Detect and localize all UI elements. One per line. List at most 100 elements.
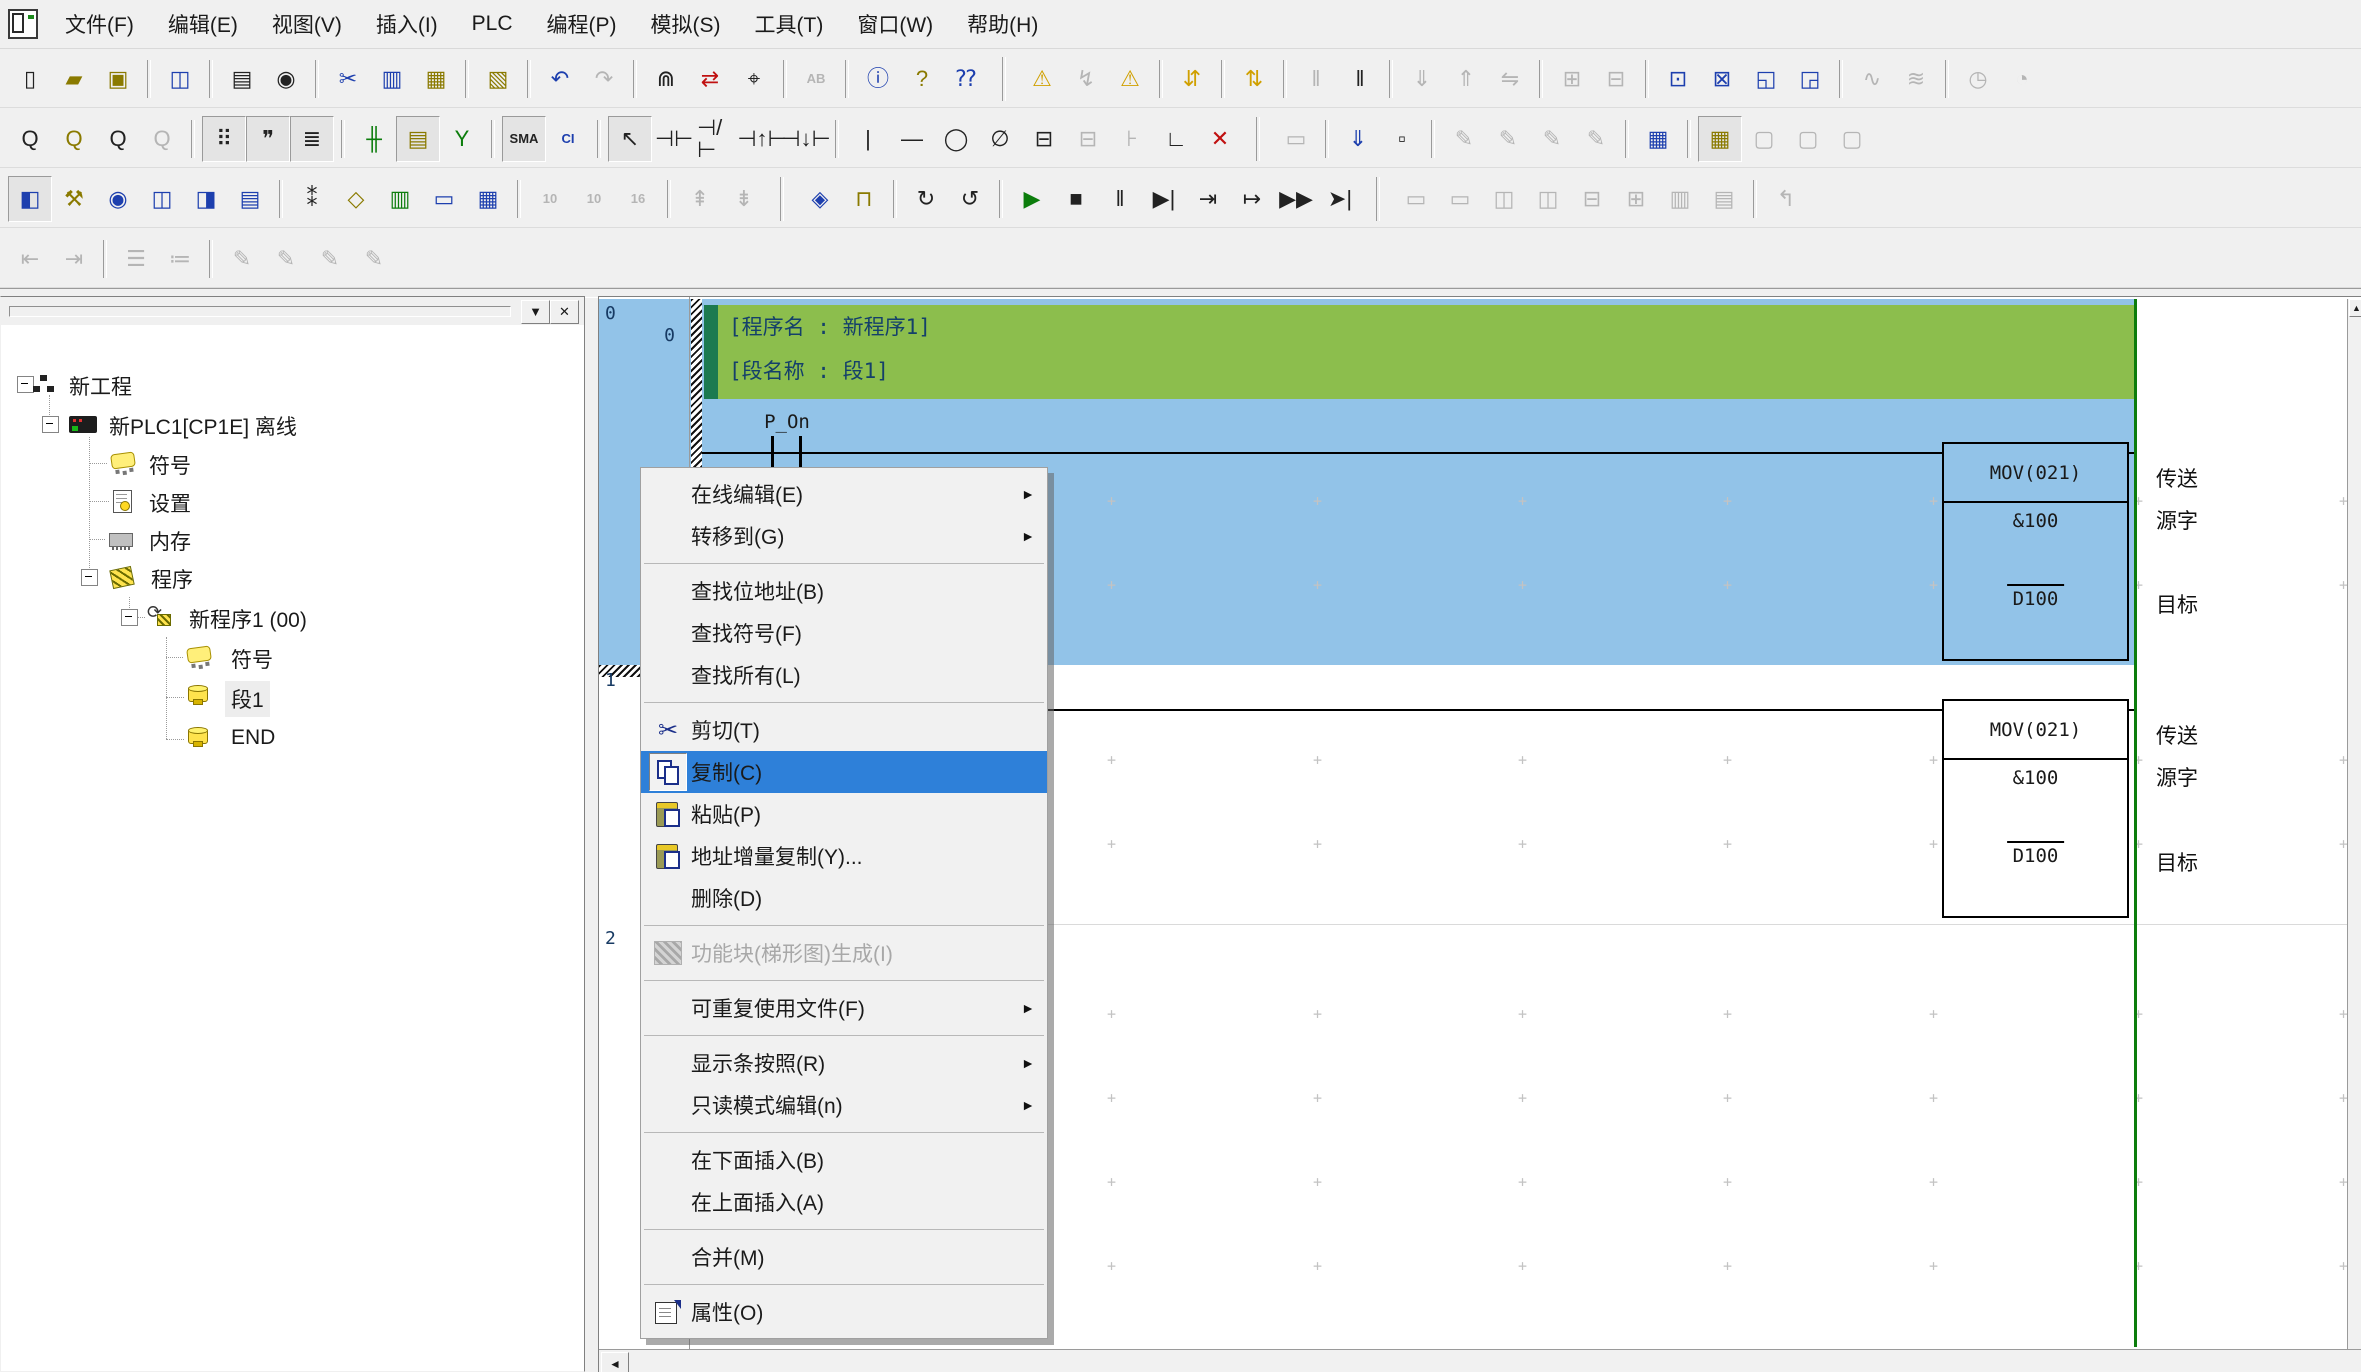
replace-button[interactable]: ⇄ bbox=[688, 56, 732, 102]
copy-button[interactable]: ▥ bbox=[370, 56, 414, 102]
menu-insert[interactable]: 插入(I) bbox=[359, 3, 455, 45]
continuous-run-button[interactable]: ▶▶ bbox=[1274, 176, 1318, 222]
context-help-button[interactable]: ⁇ bbox=[944, 56, 988, 102]
indent-decrease-button[interactable]: ⇤ bbox=[8, 236, 52, 282]
menu-file[interactable]: 文件(F) bbox=[48, 3, 151, 45]
context-item-go-to[interactable]: 转移到(G)► bbox=[641, 515, 1047, 557]
step-out-button[interactable]: ↦ bbox=[1230, 176, 1274, 222]
ladder-diagram-button[interactable]: ▥ bbox=[378, 176, 422, 222]
cross-reference-report-button[interactable]: ⁑ bbox=[290, 176, 334, 222]
menu-help[interactable]: 帮助(H) bbox=[950, 3, 1055, 45]
symbol-table-button[interactable]: ◇ bbox=[334, 176, 378, 222]
context-item-online-edit[interactable]: 在线编辑(E)► bbox=[641, 473, 1047, 515]
edit-b-button[interactable]: ✎ bbox=[1486, 116, 1530, 162]
grid-button[interactable]: ⠿ bbox=[202, 116, 246, 162]
io-table-button[interactable]: ⊞ bbox=[1550, 56, 1594, 102]
about-button[interactable]: ⓘ bbox=[856, 56, 900, 102]
verify-button[interactable]: ⇋ bbox=[1488, 56, 1532, 102]
open-project-button[interactable]: ▰ bbox=[52, 56, 96, 102]
mov-instruction-box-0[interactable]: MOV(021) &100 D100 bbox=[1942, 442, 2129, 661]
step-run-button[interactable]: ▶| bbox=[1142, 176, 1186, 222]
address-increment-paste-button[interactable]: ▧ bbox=[476, 56, 520, 102]
binary-view-button[interactable]: ▦ bbox=[1636, 116, 1680, 162]
download-button[interactable]: ⇓ bbox=[1400, 56, 1444, 102]
menu-view[interactable]: 视图(V) bbox=[255, 3, 359, 45]
context-item-insert-above[interactable]: 在上面插入(A) bbox=[641, 1181, 1047, 1223]
contact-p-on[interactable]: P_On bbox=[751, 411, 823, 433]
list-a-button[interactable]: ☰ bbox=[114, 236, 158, 282]
context-item-properties[interactable]: 属性(O) bbox=[641, 1291, 1047, 1333]
context-item-copy[interactable]: 复制(C) bbox=[641, 751, 1047, 793]
context-item-address-increment-copy[interactable]: 地址增量复制(Y)... bbox=[641, 835, 1047, 877]
vertical-line-button[interactable]: | bbox=[846, 116, 890, 162]
step-in-button[interactable]: ⇥ bbox=[1186, 176, 1230, 222]
horizontal-scrollbar[interactable]: ◄ bbox=[599, 1349, 2361, 1372]
expand-toggle-programs[interactable] bbox=[81, 569, 98, 586]
context-item-paste[interactable]: 粘贴(P) bbox=[641, 793, 1047, 835]
dialog-window-button[interactable]: ▭ bbox=[422, 176, 466, 222]
pen-d-button[interactable]: ✎ bbox=[352, 236, 396, 282]
set-value-button[interactable]: ◈ bbox=[798, 176, 842, 222]
compile-check-button[interactable]: ◫ bbox=[158, 56, 202, 102]
new-coil-button[interactable]: ◯ bbox=[934, 116, 978, 162]
window-gray-button[interactable]: ▭ bbox=[1274, 116, 1318, 162]
monitor-up-button[interactable]: ⇞ bbox=[678, 176, 722, 222]
tree-item-end[interactable]: END bbox=[231, 726, 275, 750]
context-item-find-bit-address[interactable]: 查找位地址(B) bbox=[641, 570, 1047, 612]
net-b-button[interactable]: ▭ bbox=[1438, 176, 1482, 222]
tree-item-programs[interactable]: 程序 bbox=[151, 564, 193, 594]
expand-toggle-plc-device[interactable] bbox=[42, 416, 59, 433]
expand-toggle-project-root[interactable] bbox=[17, 376, 34, 393]
panel-close-button[interactable]: ✕ bbox=[550, 300, 579, 324]
stack-box-button[interactable]: ▫ bbox=[1380, 116, 1424, 162]
context-item-find-symbol[interactable]: 查找符号(F) bbox=[641, 612, 1047, 654]
mnemonics-view-button[interactable]: SMA bbox=[502, 116, 546, 162]
menu-program[interactable]: 编程(P) bbox=[530, 3, 634, 45]
redo-button[interactable]: ↷ bbox=[582, 56, 626, 102]
tree-item-plc-device[interactable]: 新PLC1[CP1E] 离线 bbox=[109, 411, 297, 441]
ab-conversion-button[interactable]: AB bbox=[794, 56, 838, 102]
net-d-button[interactable]: ◫ bbox=[1526, 176, 1570, 222]
undo-button[interactable]: ↶ bbox=[538, 56, 582, 102]
dock-grip[interactable] bbox=[9, 306, 511, 317]
edit-d-button[interactable]: ✎ bbox=[1574, 116, 1618, 162]
net-f-button[interactable]: ⊞ bbox=[1614, 176, 1658, 222]
expand-toggle-program1[interactable] bbox=[121, 609, 138, 626]
net-c-button[interactable]: ◫ bbox=[1482, 176, 1526, 222]
data-trace-button[interactable]: ∿ bbox=[1850, 56, 1894, 102]
new-instruction-2-button[interactable]: ⊟ bbox=[1066, 116, 1110, 162]
decimal-10b-button[interactable]: 10 bbox=[572, 176, 616, 222]
scroll-up-button[interactable]: ▲ bbox=[2349, 299, 2361, 317]
return-gray-button[interactable]: ↰ bbox=[1764, 176, 1808, 222]
pause-monitor-button[interactable]: ‖ bbox=[1294, 56, 1338, 102]
menu-tools[interactable]: 工具(T) bbox=[738, 3, 841, 45]
work-online-button[interactable]: ⇅ bbox=[1232, 56, 1276, 102]
line-delete-button[interactable]: ✕ bbox=[1198, 116, 1242, 162]
tree-item-plc-settings[interactable]: 设置 bbox=[149, 488, 191, 518]
run-button[interactable]: ▶ bbox=[1010, 176, 1054, 222]
show-comments-button[interactable]: ❞ bbox=[246, 116, 290, 162]
pause-sim-button[interactable]: ‖ bbox=[1098, 176, 1142, 222]
decimal-10a-button[interactable]: 10 bbox=[528, 176, 572, 222]
new-contact-not-button[interactable]: ⊣/⊢ bbox=[696, 116, 740, 162]
print-button[interactable]: ▤ bbox=[220, 56, 264, 102]
win-a-button[interactable]: ▢ bbox=[1742, 116, 1786, 162]
scan-run-button[interactable]: ➤| bbox=[1318, 176, 1362, 222]
line-connect-button[interactable]: ∟ bbox=[1154, 116, 1198, 162]
context-item-read-only-edit[interactable]: 只读模式编辑(n)► bbox=[641, 1084, 1047, 1126]
stop-button[interactable]: ■ bbox=[1054, 176, 1098, 222]
new-instruction-button[interactable]: ⊟ bbox=[1022, 116, 1066, 162]
hierarchy-button[interactable]: Y bbox=[440, 116, 484, 162]
upload-button[interactable]: ⇑ bbox=[1444, 56, 1488, 102]
save-project-button[interactable]: ▣ bbox=[96, 56, 140, 102]
context-item-show-bar-by[interactable]: 显示条按照(R)► bbox=[641, 1042, 1047, 1084]
select-mode-button[interactable]: ↖ bbox=[608, 116, 652, 162]
pen-c-button[interactable]: ✎ bbox=[308, 236, 352, 282]
tree-item-section1[interactable]: 段1 bbox=[225, 681, 270, 717]
fb-invoke-button[interactable]: ⊦ bbox=[1110, 116, 1154, 162]
print-preview-button[interactable]: ◉ bbox=[264, 56, 308, 102]
net-a-button[interactable]: ▭ bbox=[1394, 176, 1438, 222]
ladder-wrap-button[interactable]: ╫ bbox=[352, 116, 396, 162]
tree-item-plc-symbols[interactable]: 符号 bbox=[149, 450, 191, 480]
edit-a-button[interactable]: ✎ bbox=[1442, 116, 1486, 162]
